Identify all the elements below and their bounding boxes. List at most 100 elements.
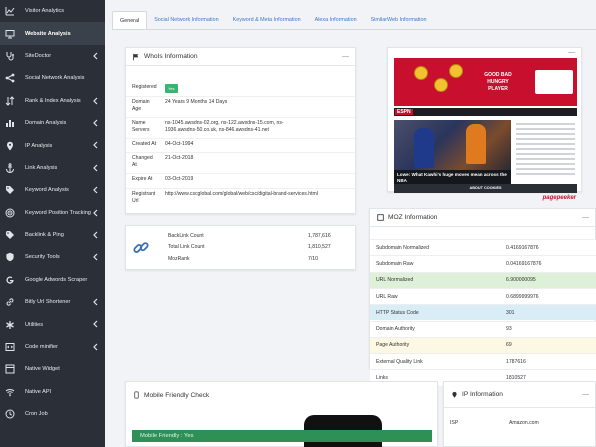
- tab-bar: General Social Network Information Keyword…: [112, 11, 434, 29]
- whois-label: Domain Age: [132, 99, 150, 113]
- collapse-icon[interactable]: —: [582, 214, 589, 221]
- row-divider: [126, 152, 355, 153]
- sidebar-item[interactable]: Bitly Url Shortener: [0, 291, 105, 313]
- hero-photo: [394, 120, 511, 170]
- chain-link-icon: [132, 239, 150, 257]
- map-marker-icon: [5, 141, 15, 151]
- collapse-icon[interactable]: —: [342, 53, 349, 60]
- moz-row: External Quality Link 1787616: [370, 353, 596, 370]
- moz-value: 1787616: [506, 358, 526, 365]
- sidebar-item[interactable]: Visitor Analytics: [0, 0, 105, 22]
- sidebar-item[interactable]: SiteDoctor: [0, 45, 105, 67]
- google-icon: [5, 275, 15, 285]
- whois-label: Expire At: [132, 176, 153, 182]
- collapse-icon[interactable]: —: [568, 49, 575, 56]
- sidebar-item-label: Code minifier: [25, 344, 58, 351]
- square-icon: [376, 214, 384, 222]
- whois-label: Changed At: [132, 155, 153, 169]
- widget-icon: [5, 364, 15, 374]
- sidebar-item[interactable]: Domain Analysis: [0, 112, 105, 134]
- headlines-list: [514, 120, 577, 180]
- backlink-row: Total Link Count 1,810,527: [168, 244, 350, 250]
- whois-title: WhoIs Information: [144, 53, 198, 60]
- backlink-label: MozRank: [168, 256, 190, 262]
- site-navbar: ESPN: [394, 108, 577, 116]
- sidebar-item[interactable]: Code minifier: [0, 336, 105, 358]
- mobile-friendly-label: Mobile Friendly : Yes: [140, 433, 194, 439]
- ad-text: GOOD BAD HUNGRY PLAYER: [484, 72, 512, 92]
- ad-banner: GOOD BAD HUNGRY PLAYER: [394, 58, 577, 106]
- asterisk-icon: [5, 320, 15, 330]
- sidebar-item[interactable]: Native Widget: [0, 358, 105, 380]
- tab[interactable]: SimilarWeb Information: [364, 11, 434, 29]
- tab[interactable]: General: [112, 11, 148, 29]
- ip-information-card: IP Information — ISP Amazon.com: [443, 381, 596, 447]
- ip-title: IP Information: [462, 391, 503, 398]
- whois-value: 03-Oct-2019: [165, 176, 194, 182]
- player-figure: [466, 124, 486, 164]
- sidebar-item-label: SiteDoctor: [25, 52, 52, 59]
- map-marker-icon: [450, 391, 458, 399]
- sidebar-item[interactable]: Utilities: [0, 313, 105, 335]
- registered-badge: Yes: [165, 84, 345, 94]
- row-divider: [126, 96, 355, 97]
- tab[interactable]: Social Network Information: [147, 11, 225, 29]
- stethoscope-icon: [5, 51, 15, 61]
- tab-divider: [112, 29, 596, 30]
- moz-title: MOZ Information: [388, 214, 438, 221]
- sidebar-item[interactable]: Social Network Analysis: [0, 67, 105, 89]
- row-divider: [126, 173, 355, 174]
- link-icon: [5, 297, 15, 307]
- backlink-label: Total Link Count: [168, 244, 205, 250]
- anchor-icon: [5, 163, 15, 173]
- whois-label: Registered: [132, 84, 157, 90]
- moz-value: 93: [506, 326, 512, 333]
- whois-value: 04-Oct-1994: [165, 141, 194, 147]
- tab[interactable]: Alexa Information: [308, 11, 364, 29]
- sidebar-item-label: Keyword Analysis: [25, 187, 69, 194]
- share-icon: [5, 73, 15, 83]
- cookie-banner: ABOUT COOKIES: [394, 184, 577, 193]
- whois-value: 24 Years 9 Months 14 Days: [165, 99, 228, 105]
- tab[interactable]: Keyword & Meta Information: [226, 11, 308, 29]
- sidebar-item[interactable]: Cron Job: [0, 403, 105, 425]
- site-logo: ESPN: [395, 109, 413, 115]
- coin-icon: [414, 66, 428, 80]
- wifi-icon: [5, 387, 15, 397]
- moz-card-header: MOZ Information —: [370, 209, 595, 227]
- main-content: General Social Network Information Keyword…: [105, 0, 596, 447]
- moz-row: URL Normalized 6.900000095: [370, 271, 596, 288]
- moz-label: Subdomain Raw: [376, 260, 414, 267]
- sidebar-item[interactable]: Website Analysis: [0, 22, 105, 45]
- moz-row: Subdomain Raw 0.04169167876: [370, 255, 596, 272]
- mobile-friendly-result: Mobile Friendly : Yes: [132, 430, 432, 442]
- sort-icon: [5, 96, 15, 106]
- sidebar-item[interactable]: Backlink & Ping: [0, 224, 105, 246]
- row-divider: [126, 117, 355, 118]
- sidebar-item[interactable]: IP Analysis: [0, 134, 105, 156]
- clock-icon: [5, 409, 15, 419]
- sidebar-item[interactable]: Keyword Analysis: [0, 179, 105, 201]
- moz-row: HTTP Status Code 301: [370, 304, 596, 321]
- mobile-card-header: Mobile Friendly Check: [126, 382, 437, 408]
- bars-icon: [5, 118, 15, 128]
- website-screenshot-card: — GOOD BAD HUNGRY PLAYER ESPN Lowe: What…: [387, 47, 582, 201]
- sidebar-item[interactable]: Google Adwords Scraper: [0, 269, 105, 291]
- pagepeeker-logo: pagepeeker: [542, 195, 576, 201]
- sidebar-item-label: Link Analysis: [25, 164, 58, 171]
- code-icon: [5, 342, 15, 352]
- status-badge: Yes: [165, 84, 178, 94]
- sidebar-item[interactable]: Rank & Index Analysis: [0, 90, 105, 112]
- moz-row: Subdomain Normalized 0.4169167876: [370, 239, 596, 256]
- sidebar-item[interactable]: Link Analysis: [0, 157, 105, 179]
- ip-card-header: IP Information —: [444, 382, 595, 408]
- sidebar-item[interactable]: Keyword Position Tracking: [0, 202, 105, 224]
- sidebar-item-label: Native Widget: [25, 366, 60, 373]
- moz-row: URL Raw 0.6899999976: [370, 287, 596, 305]
- sidebar-item[interactable]: Security Tools: [0, 246, 105, 268]
- sidebar-item-label: Rank & Index Analysis: [25, 97, 81, 104]
- sidebar-item-label: Security Tools: [25, 254, 60, 261]
- sidebar-item[interactable]: Native API: [0, 381, 105, 403]
- sidebar-item-label: Utilities: [25, 321, 44, 328]
- collapse-icon[interactable]: —: [582, 391, 589, 398]
